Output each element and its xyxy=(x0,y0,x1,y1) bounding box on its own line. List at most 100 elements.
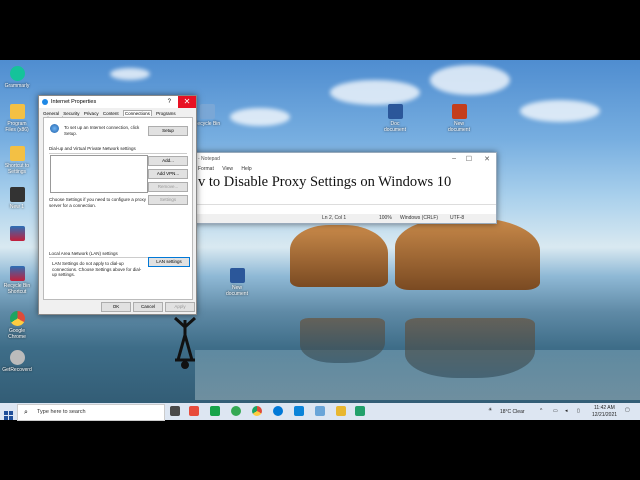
tab-content[interactable]: Content xyxy=(103,111,119,116)
desktop-icon-label: Recycle Bin Shortcut xyxy=(3,283,31,295)
close-button[interactable]: ✕ xyxy=(178,96,196,108)
volume-icon[interactable]: ◂ xyxy=(565,408,568,414)
connections-panel: To set up an Internet connection, click … xyxy=(43,117,193,300)
status-encoding: UTF-8 xyxy=(450,215,465,221)
lan-settings-button[interactable]: LAN settings xyxy=(148,257,190,267)
folder-icon xyxy=(9,146,25,161)
notepad-status-bar: Ln 2, Col 1 100% Windows (CRLF) UTF-8 xyxy=(194,214,496,223)
app-icon xyxy=(9,226,25,241)
desktop-icon-ppt[interactable]: New document xyxy=(444,104,474,133)
desktop-icon-word[interactable]: Doc document xyxy=(380,104,410,133)
apply-button[interactable]: Apply xyxy=(165,302,195,312)
edge-icon[interactable] xyxy=(273,406,283,416)
dialog-title-bar: Internet Properties ? ✕ xyxy=(39,96,196,108)
battery-icon[interactable]: ▯ xyxy=(577,408,580,414)
silhouette-figure xyxy=(170,315,200,370)
chrome-icon xyxy=(9,311,25,326)
internet-properties-dialog[interactable]: Internet Properties ? ✕ General Security… xyxy=(38,95,197,315)
desktop-icon-recover[interactable]: GetRecoverd xyxy=(2,350,32,373)
folder-icon xyxy=(9,104,25,119)
notepad-text-area[interactable]: v to Disable Proxy Settings on Windows 1… xyxy=(194,173,496,205)
search-placeholder: Type here to search xyxy=(37,409,86,415)
desktop-icon-shortcut[interactable]: Shortcut to Settings xyxy=(2,146,32,175)
proxy-text: Choose Settings if you need to configure… xyxy=(49,197,147,208)
desktop-icon-chrome[interactable]: Google Chrome xyxy=(2,311,32,340)
remove-button[interactable]: Remove... xyxy=(148,182,188,192)
desktop-icon-label: Shortcut to Settings xyxy=(4,163,30,175)
desktop-icon-label: New document xyxy=(448,121,470,133)
taskbar-search-box[interactable]: ⌕ Type here to search xyxy=(17,404,165,421)
desktop-icon-app2[interactable]: Recycle Bin Shortcut xyxy=(2,266,32,295)
menu-view[interactable]: View xyxy=(222,166,233,172)
close-icon[interactable]: ✕ xyxy=(484,155,490,163)
desktop-icon-label: New document xyxy=(226,285,248,297)
notepad-taskbar-icon[interactable] xyxy=(315,406,325,416)
lan-heading: Local Area Network (LAN) settings xyxy=(49,251,118,256)
file-explorer-icon[interactable] xyxy=(336,406,346,416)
taskbar-app-icon[interactable] xyxy=(231,406,241,416)
menu-help[interactable]: Help xyxy=(241,166,251,172)
globe-icon xyxy=(50,124,59,133)
add-vpn-button[interactable]: Add VPN... xyxy=(148,169,188,179)
desktop-icon-label: GetRecoverd xyxy=(2,367,32,373)
desktop-icon-file[interactable]: New 1 xyxy=(2,187,32,210)
chrome-icon[interactable] xyxy=(252,406,262,416)
add-button[interactable]: Add... xyxy=(148,156,188,166)
weather-text[interactable]: 18°C Clear xyxy=(500,409,525,415)
app-icon xyxy=(9,266,25,281)
word-icon xyxy=(229,268,245,283)
windows-start-icon[interactable] xyxy=(4,407,13,420)
desktop-icon-label: Doc document xyxy=(384,121,406,133)
status-position: Ln 2, Col 1 xyxy=(322,215,347,221)
word-icon xyxy=(387,104,403,119)
settings-button[interactable]: Settings xyxy=(148,195,188,205)
ok-button[interactable]: OK xyxy=(101,302,131,312)
mail-icon[interactable] xyxy=(294,406,304,416)
task-view-icon[interactable] xyxy=(170,406,180,416)
internet-options-icon xyxy=(42,99,48,105)
dialup-heading: Dial-up and Virtual Private Network sett… xyxy=(49,146,136,151)
clock-time[interactable]: 11:42 AM xyxy=(594,405,615,411)
taskbar-app-icon[interactable] xyxy=(210,406,220,416)
notepad-menu: Format View Help xyxy=(194,165,496,173)
notifications-icon[interactable]: ▢ xyxy=(625,407,630,413)
desktop-icon-grammarly[interactable]: Grammarly xyxy=(2,66,32,89)
tab-connections[interactable]: Connections xyxy=(122,110,152,116)
clock-date[interactable]: 12/21/2021 xyxy=(592,412,617,418)
status-zoom: 100% xyxy=(379,215,392,221)
rock-arch xyxy=(395,218,540,290)
taskbar-app-icon[interactable] xyxy=(355,406,365,416)
cancel-button[interactable]: Cancel xyxy=(133,302,163,312)
desktop-icon-label: Grammarly xyxy=(4,83,30,89)
taskbar-app-icon[interactable] xyxy=(189,406,199,416)
tab-programs[interactable]: Programs xyxy=(156,111,176,116)
maximize-icon[interactable]: ☐ xyxy=(466,155,472,163)
grammarly-icon xyxy=(9,66,25,81)
file-icon xyxy=(9,187,25,202)
notepad-title: - Notepad xyxy=(198,156,220,162)
desktop-icon-app[interactable] xyxy=(2,226,32,243)
tab-privacy[interactable]: Privacy xyxy=(84,111,99,116)
recycle-bin-icon xyxy=(199,104,215,119)
tab-security[interactable]: Security xyxy=(63,111,79,116)
minimize-icon[interactable]: – xyxy=(452,155,456,162)
desktop-icon-label: Recycle Bin xyxy=(193,121,221,127)
desktop-icon-folder[interactable]: Program Files (x86) xyxy=(2,104,32,133)
status-line-ending: Windows (CRLF) xyxy=(400,215,439,221)
rock-left xyxy=(290,225,388,287)
notepad-window[interactable]: - Notepad – ☐ ✕ Format View Help v to Di… xyxy=(193,152,497,224)
chevron-up-icon[interactable]: ^ xyxy=(540,408,542,414)
desktop-icon-label: Program Files (x86) xyxy=(5,121,29,133)
desktop-icon-label: Google Chrome xyxy=(8,328,26,340)
setup-button[interactable]: Setup xyxy=(148,126,188,136)
connections-list[interactable] xyxy=(50,155,148,193)
recover-icon xyxy=(9,350,25,365)
weather-icon[interactable]: ☀ xyxy=(488,407,492,413)
search-icon: ⌕ xyxy=(24,409,28,416)
help-button[interactable]: ? xyxy=(168,96,171,108)
network-icon[interactable]: ▭ xyxy=(553,408,558,414)
lan-text: LAN Settings do not apply to dial-up con… xyxy=(52,261,142,277)
taskbar: ⌕ Type here to search ☀ 18°C Clear ^ ▭ ◂… xyxy=(0,403,640,421)
desktop-icon-word2[interactable]: New document xyxy=(222,268,252,297)
menu-format[interactable]: Format xyxy=(198,166,214,172)
